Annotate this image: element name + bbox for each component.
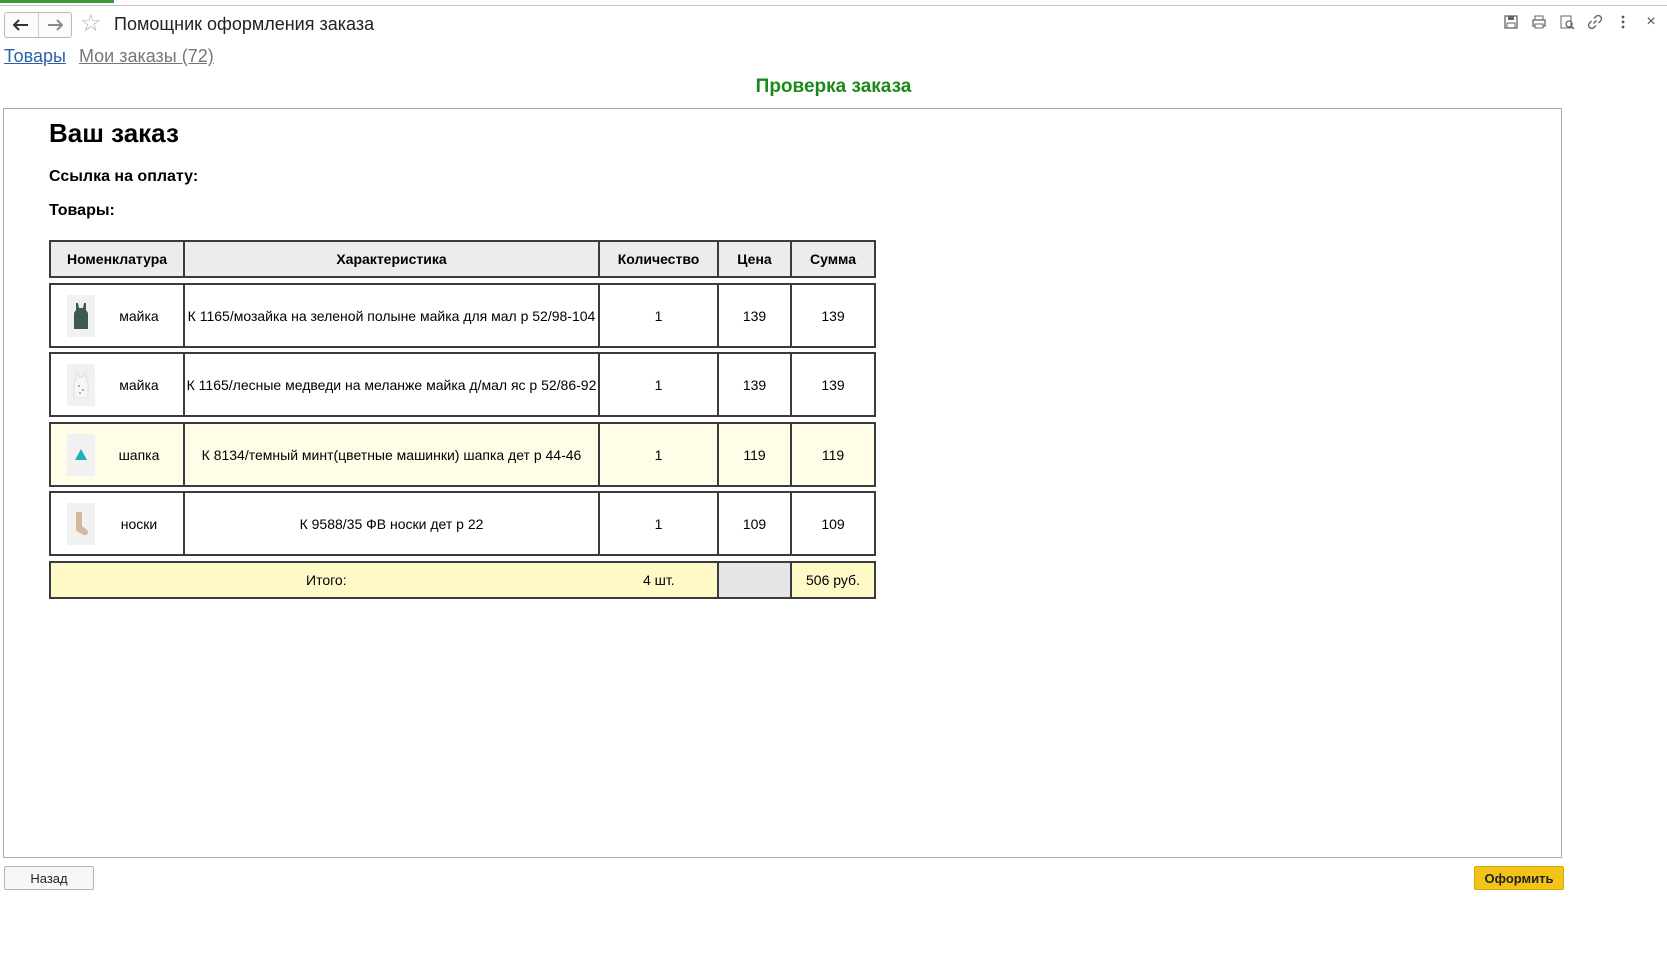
back-arrow-button[interactable] <box>5 13 38 37</box>
table-row-4-sum: 109 <box>790 491 876 556</box>
forward-arrow-button[interactable] <box>37 13 72 37</box>
item-name: шапка <box>118 446 160 463</box>
order-title: Ваш заказ <box>49 118 179 148</box>
table-row-1-price: 139 <box>717 283 792 348</box>
arrow-left-icon <box>13 19 29 31</box>
table-row-1-sum: 139 <box>790 283 876 348</box>
preview-icon[interactable] <box>1559 14 1575 30</box>
payment-link-label: Ссылка на оплату: <box>49 168 199 185</box>
table-row-2-characteristic: К 1165/лесные медведи на меланже майка д… <box>183 352 600 417</box>
table-row-4-price: 109 <box>717 491 792 556</box>
item-name: майка <box>119 307 159 324</box>
print-icon[interactable] <box>1531 14 1547 30</box>
total-sum: 506 руб. <box>790 561 876 599</box>
table-row-1-nomenclature[interactable]: майка <box>49 283 185 348</box>
section-header: Проверка заказа <box>755 76 912 97</box>
top-tab-strip <box>0 0 1667 6</box>
window-toolbar: × <box>1503 14 1659 30</box>
table-row-3-sum: 119 <box>790 422 876 487</box>
table-row-3-characteristic: К 8134/темный минт(цветные машинки) шапк… <box>183 422 600 487</box>
header-nomenclature: Номенклатура <box>49 240 185 278</box>
total-label: Итого: <box>306 572 347 588</box>
table-row-4-characteristic: К 9588/35 ФВ носки дет р 22 <box>183 491 600 556</box>
star-icon[interactable]: ☆ <box>80 11 102 37</box>
link-icon[interactable] <box>1587 14 1603 30</box>
item-name: носки <box>120 515 158 532</box>
arrow-right-icon <box>47 19 63 31</box>
my-orders-link[interactable]: Мои заказы (72) <box>79 46 214 66</box>
table-row-4-nomenclature[interactable]: носки <box>49 491 185 556</box>
table-row-3-quantity: 1 <box>598 422 719 487</box>
header-price: Цена <box>717 240 792 278</box>
table-row-3-price: 119 <box>717 422 792 487</box>
header-sum: Сумма <box>790 240 876 278</box>
goods-label: Товары: <box>49 202 115 219</box>
table-row-2-sum: 139 <box>790 352 876 417</box>
history-navigation <box>4 12 72 38</box>
item-name: майка <box>119 376 159 393</box>
back-button[interactable]: Назад <box>4 866 94 890</box>
table-row-2-quantity: 1 <box>598 352 719 417</box>
close-icon[interactable]: × <box>1643 14 1659 30</box>
table-row-1-quantity: 1 <box>598 283 719 348</box>
save-icon[interactable] <box>1503 14 1519 30</box>
table-row-2-nomenclature[interactable]: майка <box>49 352 185 417</box>
header-characteristic: Характеристика <box>183 240 600 278</box>
tank-top-green-icon <box>67 294 95 337</box>
header-quantity: Количество <box>598 240 719 278</box>
table-row-2-price: 139 <box>717 352 792 417</box>
table-row-1-characteristic: К 1165/мозайка на зеленой полыне майка д… <box>183 283 600 348</box>
goods-link[interactable]: Товары <box>4 46 66 66</box>
window-title: Помощник оформления заказа <box>114 14 375 34</box>
footer-bar: Назад Оформить <box>0 866 1667 894</box>
sock-beige-icon <box>67 502 95 545</box>
total-quantity: 4 шт. <box>643 572 675 588</box>
more-icon[interactable] <box>1615 14 1631 30</box>
total-price-empty <box>717 561 792 599</box>
hat-teal-icon <box>67 433 95 476</box>
table-row-3-nomenclature[interactable]: шапка <box>49 422 185 487</box>
tank-top-white-icon <box>67 363 95 406</box>
active-tab-indicator <box>0 0 114 3</box>
submit-order-button[interactable]: Оформить <box>1474 866 1564 890</box>
top-links: Товары Мои заказы (72) <box>4 46 222 67</box>
table-row-4-quantity: 1 <box>598 491 719 556</box>
total-row: Итого: 4 шт. <box>49 561 719 599</box>
